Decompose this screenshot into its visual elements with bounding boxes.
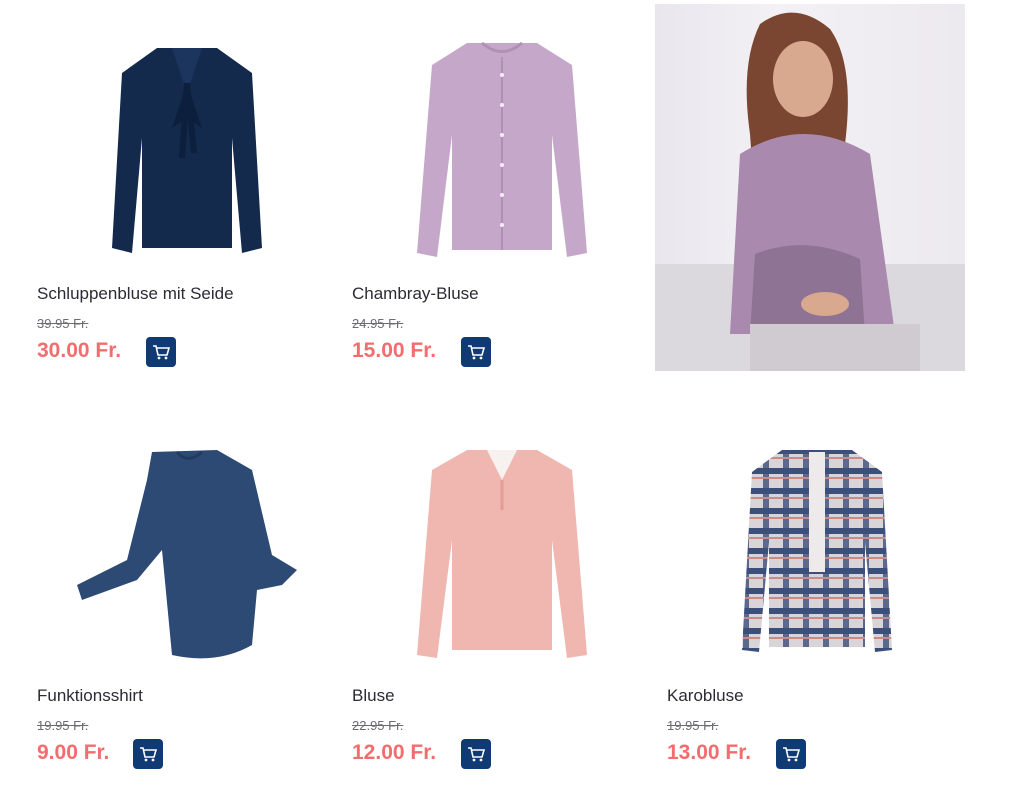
product-name[interactable]: Chambray-Bluse	[352, 284, 479, 304]
old-price: 24.95 Fr.	[352, 316, 404, 331]
pink-dotted-blouse-image	[417, 449, 587, 658]
old-price: 19.95 Fr.	[37, 718, 89, 733]
product-name[interactable]: Funktionsshirt	[37, 686, 143, 706]
add-to-cart-button[interactable]	[133, 739, 163, 769]
product-image[interactable]	[87, 20, 287, 280]
product-name[interactable]: Schluppenbluse mit Seide	[37, 284, 234, 304]
sale-price: 15.00 Fr.	[352, 339, 437, 362]
product-image[interactable]	[57, 422, 317, 682]
plaid-ruffle-blouse-image	[742, 450, 892, 652]
promo-model-image[interactable]	[655, 4, 965, 371]
old-price: 19.95 Fr.	[667, 718, 719, 733]
old-price: 22.95 Fr.	[352, 718, 404, 733]
sale-price: 9.00 Fr.	[37, 741, 110, 764]
model-in-lilac-blouse-image	[655, 12, 965, 371]
product-name[interactable]: Karobluse	[667, 686, 744, 706]
old-price: 39.95 Fr.	[37, 316, 89, 331]
navy-bow-blouse-image	[112, 47, 262, 253]
shopping-cart-icon	[468, 345, 485, 360]
product-image[interactable]	[707, 422, 927, 682]
add-to-cart-button[interactable]	[461, 337, 491, 367]
sale-price: 12.00 Fr.	[352, 741, 437, 764]
add-to-cart-button[interactable]	[146, 337, 176, 367]
navy-longsleeve-shirt-image	[77, 449, 297, 658]
shopping-cart-icon	[153, 345, 170, 360]
product-image[interactable]	[392, 422, 612, 682]
product-image[interactable]	[392, 20, 612, 280]
add-to-cart-button[interactable]	[776, 739, 806, 769]
product-grid: Schluppenbluse mit Seide 39.95 Fr. 30.00…	[0, 0, 1024, 798]
shopping-cart-icon	[468, 747, 485, 762]
sale-price: 13.00 Fr.	[667, 741, 752, 764]
sale-price: 30.00 Fr.	[37, 339, 122, 362]
shopping-cart-icon	[140, 747, 157, 762]
shopping-cart-icon	[783, 747, 800, 762]
add-to-cart-button[interactable]	[461, 739, 491, 769]
product-name[interactable]: Bluse	[352, 686, 395, 706]
lilac-chambray-blouse-image	[417, 41, 587, 257]
